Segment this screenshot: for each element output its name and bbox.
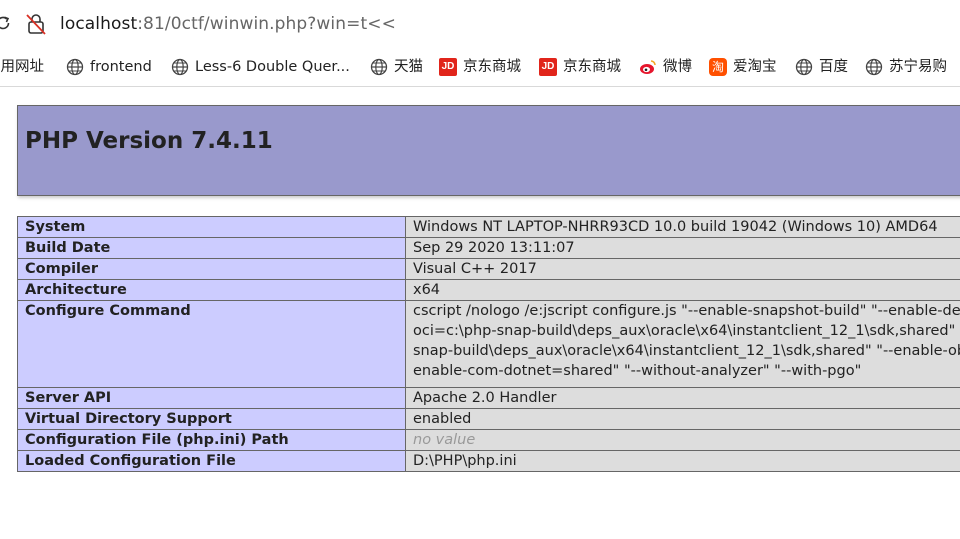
bookmark-label: frontend: [90, 59, 152, 75]
table-row: Compiler Visual C++ 2017: [17, 258, 960, 280]
globe-icon: [66, 58, 84, 76]
bookmark-weibo[interactable]: 微博: [639, 57, 692, 77]
configure-line: oci=c:\php-snap-build\deps_aux\oracle\x6…: [413, 323, 960, 339]
row-value: Apache 2.0 Handler: [405, 387, 960, 409]
row-key: Architecture: [17, 279, 406, 301]
bookmark-aitaobao[interactable]: 淘 爱淘宝: [709, 57, 777, 77]
page-title: PHP Version 7.4.11: [25, 128, 273, 154]
bookmark-jd-2[interactable]: JD 京东商城: [539, 57, 621, 77]
table-row: Virtual Directory Support enabled: [17, 408, 960, 430]
bookmark-label: 京东商城: [463, 59, 521, 75]
bookmarks-bar: 常用网址 frontend Less-6 Double Quer... 天猫 J…: [0, 48, 960, 87]
row-key: System: [17, 216, 406, 238]
row-value: D:\PHP\php.ini: [405, 450, 960, 472]
address-bar: localhost:81/0ctf/winwin.php?win=t<<: [0, 0, 960, 48]
row-value: Windows NT LAPTOP-NHRR93CD 10.0 build 19…: [405, 216, 960, 238]
row-key: Loaded Configuration File: [17, 450, 406, 472]
globe-icon: [795, 58, 813, 76]
php-version-header: PHP Version 7.4.11: [17, 105, 960, 196]
bookmark-label: 微博: [663, 59, 692, 75]
jd-icon: JD: [439, 58, 457, 76]
jd-icon: JD: [539, 58, 557, 76]
row-value: x64: [405, 279, 960, 301]
row-key: Server API: [17, 387, 406, 409]
no-value-text: no value: [413, 432, 476, 448]
row-value: Sep 29 2020 13:11:07: [405, 237, 960, 259]
row-key: Configure Command: [17, 300, 406, 388]
url-field[interactable]: localhost:81/0ctf/winwin.php?win=t<<: [60, 13, 396, 35]
globe-icon: [370, 58, 388, 76]
bookmark-tmall[interactable]: 天猫: [370, 57, 423, 77]
bookmark-less6[interactable]: Less-6 Double Quer...: [171, 57, 350, 77]
row-key: Build Date: [17, 237, 406, 259]
table-row: System Windows NT LAPTOP-NHRR93CD 10.0 b…: [17, 216, 960, 238]
url-path: :81/0ctf/winwin.php?win=t<<: [137, 14, 396, 34]
not-secure-lock-icon[interactable]: [26, 13, 46, 35]
row-key: Configuration File (php.ini) Path: [17, 429, 406, 451]
configure-line: snap-build\deps_aux\oracle\x64\instantcl…: [413, 343, 960, 359]
configure-line: enable-com-dotnet=shared" "--without-ana…: [413, 363, 862, 379]
bookmark-label: 京东商城: [563, 59, 621, 75]
globe-icon: [865, 58, 883, 76]
bookmark-label: 天猫: [394, 59, 423, 75]
bookmark-baidu[interactable]: 百度: [795, 57, 848, 77]
url-host: localhost: [60, 14, 138, 34]
table-row: Configure Command cscript /nologo /e:jsc…: [17, 300, 960, 388]
bookmark-label: 苏宁易购: [889, 59, 947, 75]
weibo-icon: [640, 60, 656, 74]
page-content: PHP Version 7.4.11 System Windows NT LAP…: [0, 87, 960, 539]
php-info-table: System Windows NT LAPTOP-NHRR93CD 10.0 b…: [17, 216, 960, 472]
table-row: Architecture x64: [17, 279, 960, 301]
bookmark-label: 爱淘宝: [733, 59, 777, 75]
table-row: Configuration File (php.ini) Path no val…: [17, 429, 960, 451]
table-row: Server API Apache 2.0 Handler: [17, 387, 960, 409]
row-key: Virtual Directory Support: [17, 408, 406, 430]
row-value-configure-command: cscript /nologo /e:jscript configure.js …: [405, 300, 960, 388]
bookmark-jd-1[interactable]: JD 京东商城: [439, 57, 521, 77]
taobao-icon: 淘: [709, 58, 727, 76]
bookmark-frontend[interactable]: frontend: [66, 57, 152, 77]
bookmark-label: 百度: [819, 59, 848, 75]
bookmark-label: Less-6 Double Quer...: [195, 59, 350, 75]
bookmark-common-sites[interactable]: 常用网址: [0, 57, 44, 77]
bookmark-suning[interactable]: 苏宁易购: [865, 57, 947, 77]
row-value: no value: [405, 429, 960, 451]
globe-icon: [171, 58, 189, 76]
configure-line: cscript /nologo /e:jscript configure.js …: [413, 303, 960, 319]
row-value: enabled: [405, 408, 960, 430]
table-row: Build Date Sep 29 2020 13:11:07: [17, 237, 960, 259]
row-value: Visual C++ 2017: [405, 258, 960, 280]
reload-icon[interactable]: [0, 14, 12, 32]
table-row: Loaded Configuration File D:\PHP\php.ini: [17, 450, 960, 472]
bookmark-label: 常用网址: [0, 59, 44, 75]
row-key: Compiler: [17, 258, 406, 280]
